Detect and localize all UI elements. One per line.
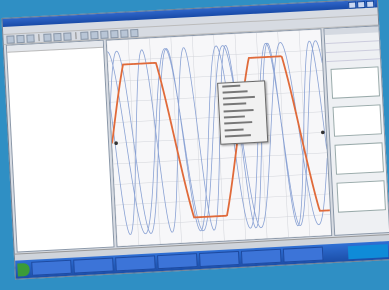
taskbar-button[interactable] (157, 253, 198, 270)
toolbar-divider (38, 34, 40, 42)
open-icon[interactable] (16, 34, 25, 43)
toolbar-divider (75, 32, 77, 40)
taskbar-button[interactable] (240, 248, 282, 265)
zoom-out-icon[interactable] (90, 30, 99, 39)
property-field[interactable] (336, 180, 386, 213)
stop-icon[interactable] (130, 28, 139, 37)
property-field[interactable] (334, 142, 384, 175)
menu-item-text-placeholder (222, 84, 241, 88)
new-icon[interactable] (6, 34, 15, 44)
menu-item-text-placeholder (223, 108, 254, 113)
context-menu-item[interactable] (221, 132, 267, 141)
run-icon[interactable] (120, 28, 129, 38)
save-icon[interactable] (26, 33, 35, 43)
taskbar-button[interactable] (31, 259, 72, 276)
menu-item-text-placeholder (224, 121, 253, 125)
copy-icon[interactable] (53, 32, 62, 41)
taskbar-button[interactable] (198, 250, 240, 268)
waveform-canvas[interactable] (106, 29, 332, 247)
menu-item-text-placeholder (223, 102, 247, 106)
property-field[interactable] (332, 104, 383, 137)
minimize-button[interactable] (348, 0, 357, 9)
menu-item-text-placeholder (222, 95, 255, 100)
menu-item-text-placeholder (223, 115, 245, 119)
grid-icon[interactable] (110, 29, 119, 38)
cursor-icon[interactable] (100, 29, 109, 39)
paste-icon[interactable] (63, 31, 72, 41)
menu-item-text-placeholder (222, 90, 248, 94)
property-row[interactable] (325, 50, 381, 63)
project-tree[interactable] (5, 39, 115, 253)
waveform-plot[interactable] (105, 28, 333, 248)
window-controls (348, 0, 375, 9)
app-window (1, 0, 389, 280)
maximize-button[interactable] (356, 0, 366, 8)
taskbar-button[interactable] (115, 255, 156, 272)
context-menu (217, 80, 269, 145)
taskbar-button[interactable] (73, 257, 114, 274)
taskbar-button[interactable] (282, 246, 324, 263)
close-button[interactable] (365, 0, 375, 8)
zoom-in-icon[interactable] (80, 31, 89, 40)
property-field[interactable] (330, 66, 381, 99)
menu-item-text-placeholder (224, 128, 244, 132)
menu-item-text-placeholder (224, 134, 251, 138)
system-tray-clock (347, 243, 389, 259)
cut-icon[interactable] (43, 32, 52, 42)
properties-panel (323, 25, 389, 236)
start-button[interactable] (17, 262, 30, 277)
